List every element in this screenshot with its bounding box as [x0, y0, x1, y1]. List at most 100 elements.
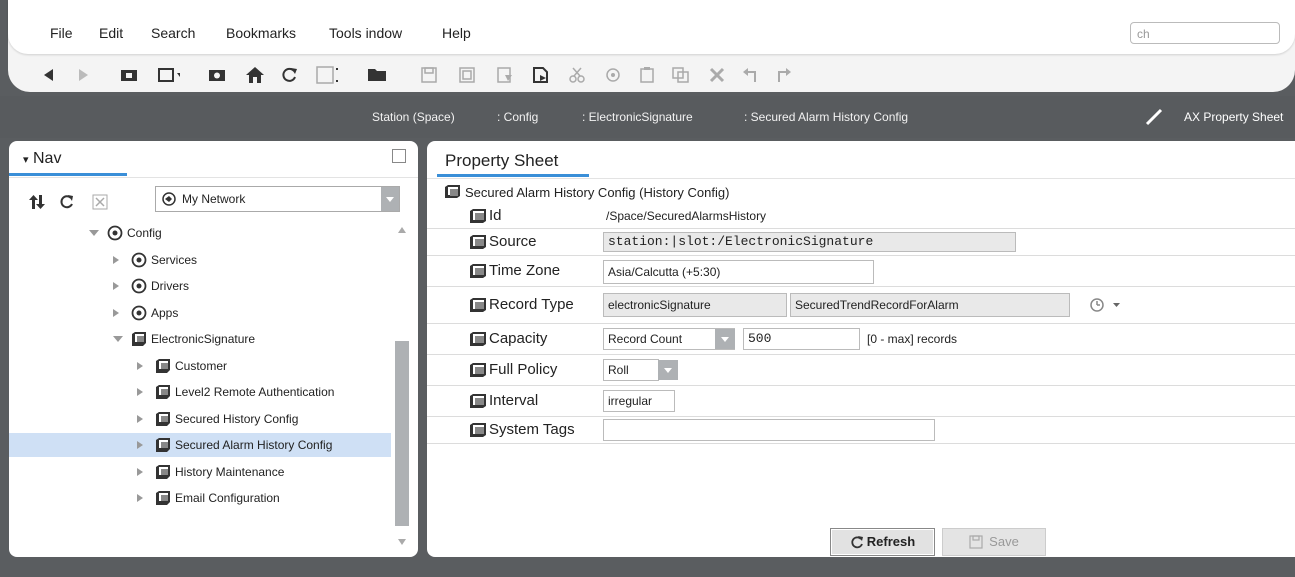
- tree-node[interactable]: ElectronicSignature: [9, 327, 391, 351]
- full-policy-select[interactable]: Roll: [603, 359, 659, 381]
- crumb-config[interactable]: : Config: [497, 110, 538, 124]
- root-row[interactable]: Secured Alarm History Config (History Co…: [427, 183, 1295, 203]
- chevron-down-icon[interactable]: [381, 187, 399, 211]
- menu-help[interactable]: Help: [442, 25, 471, 41]
- cut-icon[interactable]: [566, 64, 588, 86]
- system-tags-field[interactable]: [603, 419, 935, 441]
- nav-tab[interactable]: ▾ Nav: [9, 141, 127, 176]
- open-folder-icon[interactable]: [368, 64, 390, 86]
- property-icon: [470, 394, 486, 408]
- tree-node-label: ElectronicSignature: [151, 332, 256, 346]
- top-card: File Edit Search Bookmarks Tools indow H…: [8, 0, 1295, 92]
- export-icon[interactable]: [494, 64, 516, 86]
- menu-bookmarks[interactable]: Bookmarks: [226, 25, 296, 41]
- interval-field[interactable]: irregular: [603, 390, 675, 412]
- pencil-icon[interactable]: [1145, 108, 1163, 126]
- refresh-icon[interactable]: [278, 64, 300, 86]
- expanded-arrow-icon[interactable]: [113, 336, 123, 342]
- apps-icon: [131, 305, 147, 320]
- tree-node[interactable]: History Maintenance: [9, 460, 391, 484]
- collapsed-arrow-icon[interactable]: [137, 467, 143, 476]
- record-type-field-1[interactable]: electronicSignature: [603, 293, 787, 317]
- close-icon[interactable]: [92, 194, 108, 210]
- timezone-field[interactable]: Asia/Calcutta (+5:30): [603, 260, 874, 284]
- folder-icon: [156, 491, 170, 505]
- save-all-icon[interactable]: [456, 64, 478, 86]
- nav-scroll-thumb[interactable]: [395, 341, 409, 526]
- save-icon[interactable]: [418, 64, 440, 86]
- scroll-down-icon[interactable]: [398, 539, 406, 545]
- collapsed-arrow-icon[interactable]: [137, 361, 143, 370]
- collapsed-arrow-icon[interactable]: [137, 414, 143, 423]
- folder-up-icon[interactable]: [118, 64, 140, 86]
- menu-search[interactable]: Search: [151, 25, 195, 41]
- root-label: Secured Alarm History Config (History Co…: [465, 185, 730, 200]
- paste-icon[interactable]: [636, 64, 658, 86]
- refresh-button[interactable]: Refresh: [830, 528, 935, 556]
- capacity-count-field[interactable]: 500: [743, 328, 860, 350]
- history-icon[interactable]: [316, 64, 338, 86]
- delete-icon[interactable]: [706, 64, 728, 86]
- menu-tools-window[interactable]: Tools indow: [329, 25, 402, 41]
- collapsed-arrow-icon[interactable]: [137, 494, 143, 502]
- tree-node[interactable]: Config: [9, 221, 391, 245]
- collapsed-arrow-icon[interactable]: [137, 441, 143, 449]
- property-sheet-panel: Property Sheet Secured Alarm History Con…: [427, 141, 1295, 557]
- crumb-electronic-signature[interactable]: : ElectronicSignature: [582, 110, 693, 124]
- sync-arrows-icon[interactable]: [29, 195, 45, 209]
- tree-node[interactable]: Email Configuration: [9, 486, 391, 510]
- expanded-arrow-icon[interactable]: [89, 230, 99, 236]
- collapsed-arrow-icon[interactable]: [113, 282, 119, 290]
- save-button-label: Save: [989, 534, 1019, 549]
- new-document-icon[interactable]: [530, 64, 552, 86]
- record-type-field-2[interactable]: SecuredTrendRecordForAlarm: [790, 293, 1070, 317]
- home-icon[interactable]: [244, 64, 266, 86]
- camera-icon[interactable]: [206, 64, 228, 86]
- menu-edit[interactable]: Edit: [99, 25, 123, 41]
- crumb-current[interactable]: : Secured Alarm History Config: [744, 110, 908, 124]
- nav-refresh-icon[interactable]: [59, 194, 75, 210]
- forward-icon[interactable]: [72, 64, 94, 86]
- expand-icon[interactable]: [392, 149, 406, 163]
- row-record-type: Record Type electronicSignature SecuredT…: [427, 287, 1295, 324]
- scroll-up-icon[interactable]: [398, 227, 406, 233]
- tree-node[interactable]: Customer: [9, 354, 391, 378]
- copy-icon[interactable]: [602, 64, 624, 86]
- source-field[interactable]: station:|slot:/ElectronicSignature: [603, 232, 1016, 252]
- chevron-down-icon[interactable]: [715, 329, 735, 349]
- row-full-policy: Full Policy Roll: [427, 355, 1295, 386]
- tree-node[interactable]: Services: [9, 248, 391, 272]
- collapsed-arrow-icon[interactable]: [137, 388, 143, 396]
- id-value: /Space/SecuredAlarmsHistory: [606, 209, 767, 223]
- property-sheet-tab[interactable]: Property Sheet: [437, 147, 589, 177]
- menu-file[interactable]: File: [50, 25, 73, 41]
- network-select-value: My Network: [182, 192, 246, 206]
- full-policy-label: Full Policy: [489, 361, 558, 378]
- tree-node[interactable]: Apps: [9, 301, 391, 325]
- tree-node[interactable]: Level2 Remote Authentication: [9, 380, 391, 404]
- network-select[interactable]: My Network: [155, 186, 400, 212]
- back-icon[interactable]: [38, 64, 60, 86]
- view-selector[interactable]: AX Property Sheet: [1184, 110, 1283, 124]
- search-input[interactable]: ch: [1130, 22, 1280, 44]
- tree-node[interactable]: Drivers: [9, 274, 391, 298]
- collapsed-arrow-icon[interactable]: [113, 255, 119, 264]
- row-source: Source station:|slot:/ElectronicSignatur…: [427, 229, 1295, 256]
- save-button[interactable]: Save: [942, 528, 1046, 556]
- redo-icon[interactable]: [772, 64, 794, 86]
- window-icon[interactable]: [158, 64, 180, 86]
- crumb-station[interactable]: Station (Space): [372, 110, 455, 124]
- row-timezone: Time Zone Asia/Calcutta (+5:30): [427, 256, 1295, 287]
- duplicate-icon[interactable]: [670, 64, 692, 86]
- tree-node[interactable]: Secured History Config: [9, 407, 391, 431]
- folder-icon: [156, 358, 170, 373]
- property-sheet-divider: [427, 178, 1295, 179]
- undo-icon[interactable]: [740, 64, 762, 86]
- chevron-down-icon[interactable]: [1113, 303, 1120, 308]
- collapsed-arrow-icon[interactable]: [113, 308, 119, 317]
- tree-node[interactable]: Secured Alarm History Config: [9, 433, 391, 457]
- clock-icon[interactable]: [1090, 298, 1104, 312]
- tree-node-label: Apps: [151, 305, 179, 320]
- tree-node-label: Secured History Config: [175, 411, 299, 426]
- chevron-down-icon[interactable]: [658, 360, 678, 380]
